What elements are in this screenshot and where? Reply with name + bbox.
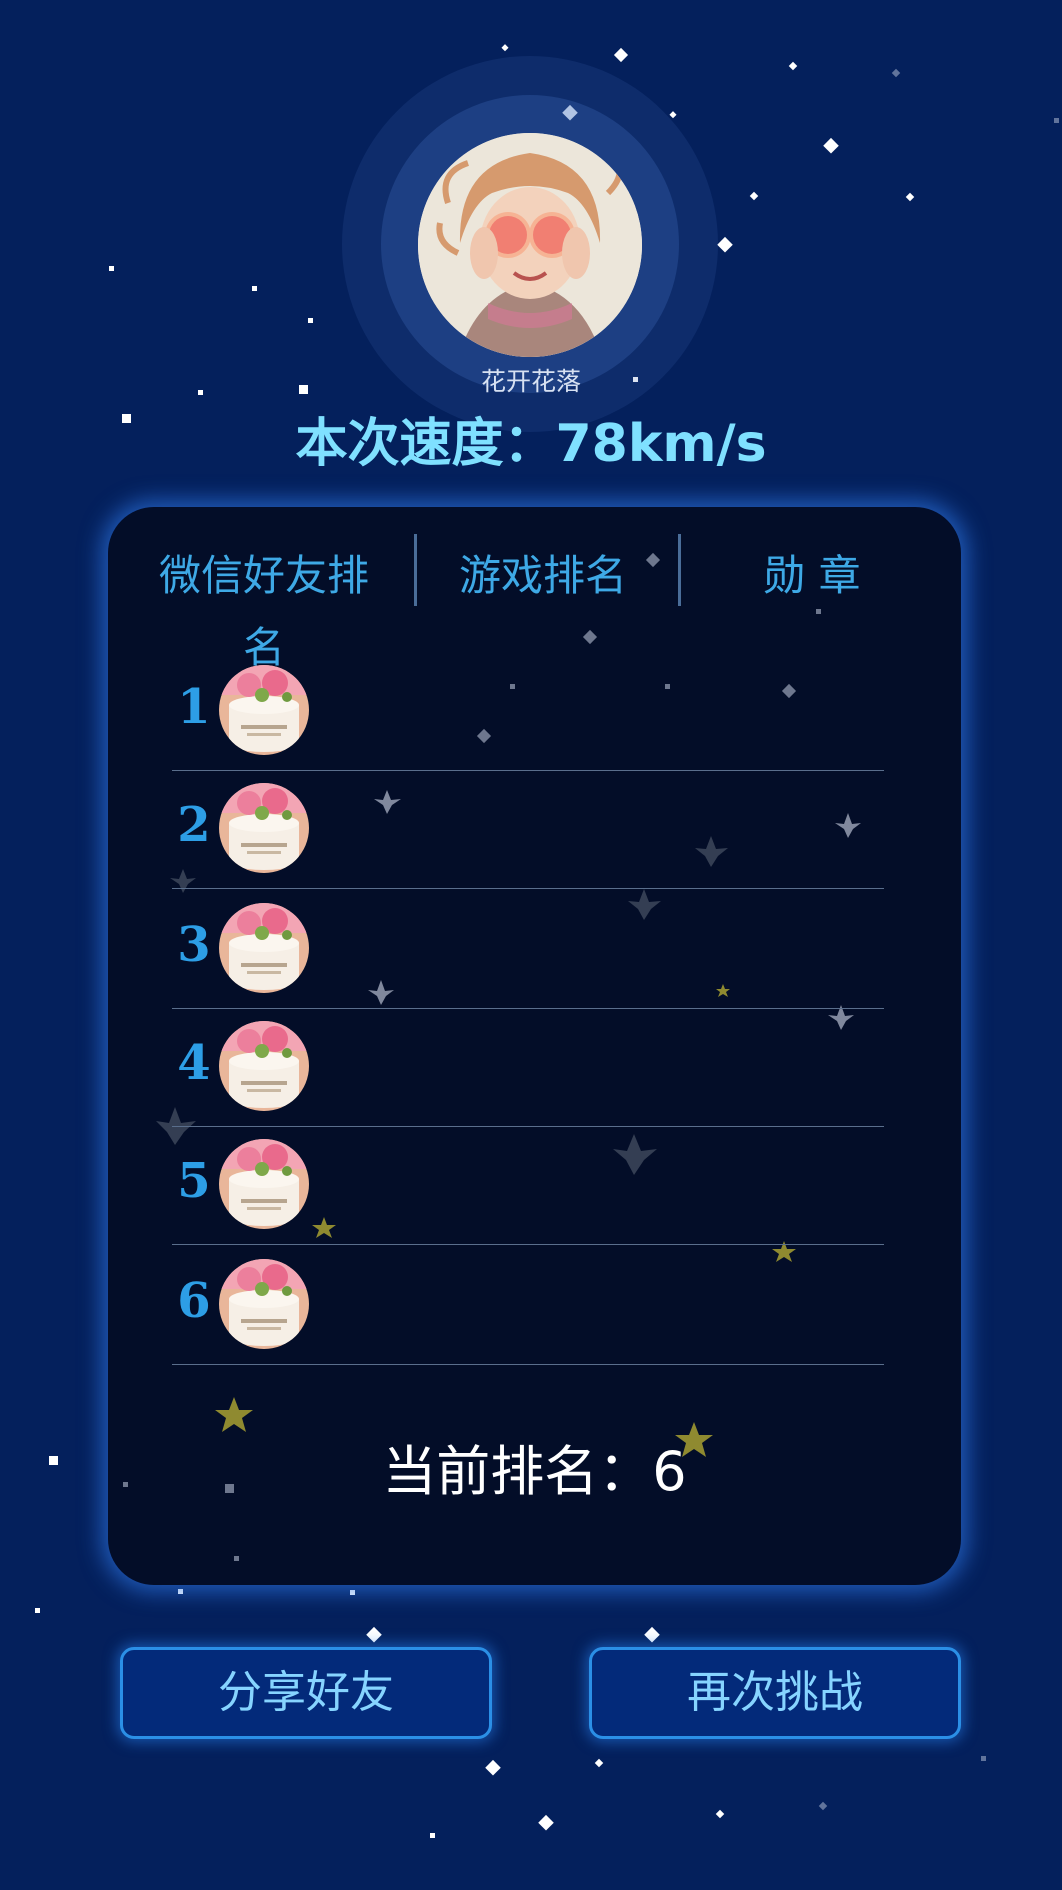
star-sparkle <box>891 68 901 78</box>
girl-with-grapefruit-image <box>418 133 642 357</box>
row-divider <box>172 888 884 889</box>
star-sparkle <box>823 137 839 154</box>
star-sparkle <box>35 1608 40 1613</box>
star-sparkle <box>178 1589 183 1594</box>
star-sparkle <box>905 192 915 202</box>
share-friends-button[interactable]: 分享好友 <box>120 1647 492 1739</box>
star-sparkle <box>788 61 798 71</box>
star-sparkle <box>366 1626 382 1643</box>
ranking-row: 1 <box>172 653 884 771</box>
star-sparkle <box>501 44 509 52</box>
rank-number: 5 <box>177 1153 211 1209</box>
star-sparkle <box>485 1759 501 1776</box>
friend-avatar <box>219 783 309 873</box>
retry-challenge-button[interactable]: 再次挑战 <box>589 1647 961 1739</box>
ranking-row: 6 <box>172 1247 884 1365</box>
friend-avatar <box>219 1021 309 1111</box>
friend-avatar <box>219 1259 309 1349</box>
ranking-row: 3 <box>172 891 884 1009</box>
star-sparkle <box>749 191 759 201</box>
rank-number: 6 <box>177 1273 211 1329</box>
username-label: 花开花落 <box>480 367 581 396</box>
cake-avatar-image <box>219 1021 309 1111</box>
star-sparkle <box>1054 118 1059 123</box>
star-sparkle <box>430 1833 435 1838</box>
star-sparkle <box>299 385 308 394</box>
ranking-panel: 微信好友排名 游戏排名 勋 章 1 2 3 4 5 6 当前排名：6 <box>108 507 961 1585</box>
star-sparkle <box>122 414 131 423</box>
rank-number: 2 <box>177 797 211 853</box>
star-sparkle <box>582 629 598 645</box>
speed-result: 本次速度：78km/s <box>295 414 767 474</box>
rank-number: 3 <box>177 917 211 973</box>
star-sparkle <box>715 1809 725 1819</box>
tab-divider <box>414 534 417 606</box>
star-sparkle <box>308 318 313 323</box>
tab-game-ranking[interactable]: 游戏排名 <box>429 540 657 612</box>
tab-wechat-friends-ranking[interactable]: 微信好友排名 <box>146 540 382 672</box>
star-sparkle <box>594 1758 604 1768</box>
ranking-row: 5 <box>172 1127 884 1245</box>
tab-divider <box>678 534 681 606</box>
star-sparkle <box>49 1456 58 1465</box>
friend-avatar <box>219 665 309 755</box>
star-sparkle <box>717 236 733 253</box>
rank-number: 4 <box>177 1035 211 1091</box>
star-sparkle <box>234 1556 239 1561</box>
star-sparkle <box>350 1590 355 1595</box>
star-sparkle <box>198 390 203 395</box>
row-divider <box>172 1364 884 1365</box>
current-rank-label: 当前排名：6 <box>382 1440 687 1503</box>
friend-avatar <box>219 1139 309 1229</box>
cake-avatar-image <box>219 903 309 993</box>
ranking-row: 4 <box>172 1009 884 1127</box>
cake-avatar-image <box>219 665 309 755</box>
star-sparkle <box>818 1801 828 1811</box>
ranking-row: 2 <box>172 771 884 889</box>
star-sparkle <box>669 111 677 119</box>
star-gold <box>215 1397 253 1432</box>
rank-number: 1 <box>177 679 211 735</box>
star-sparkle <box>538 1814 554 1831</box>
star-sparkle <box>109 266 114 271</box>
user-avatar <box>418 133 642 357</box>
tab-medals[interactable]: 勋 章 <box>702 540 922 612</box>
cake-avatar-image <box>219 1139 309 1229</box>
row-divider <box>172 1244 884 1245</box>
star-sparkle <box>252 286 257 291</box>
star-sparkle <box>981 1756 986 1761</box>
star-sparkle <box>644 1626 660 1643</box>
cake-avatar-image <box>219 783 309 873</box>
cake-avatar-image <box>219 1259 309 1349</box>
friend-avatar <box>219 903 309 993</box>
star-sparkle <box>613 47 629 63</box>
